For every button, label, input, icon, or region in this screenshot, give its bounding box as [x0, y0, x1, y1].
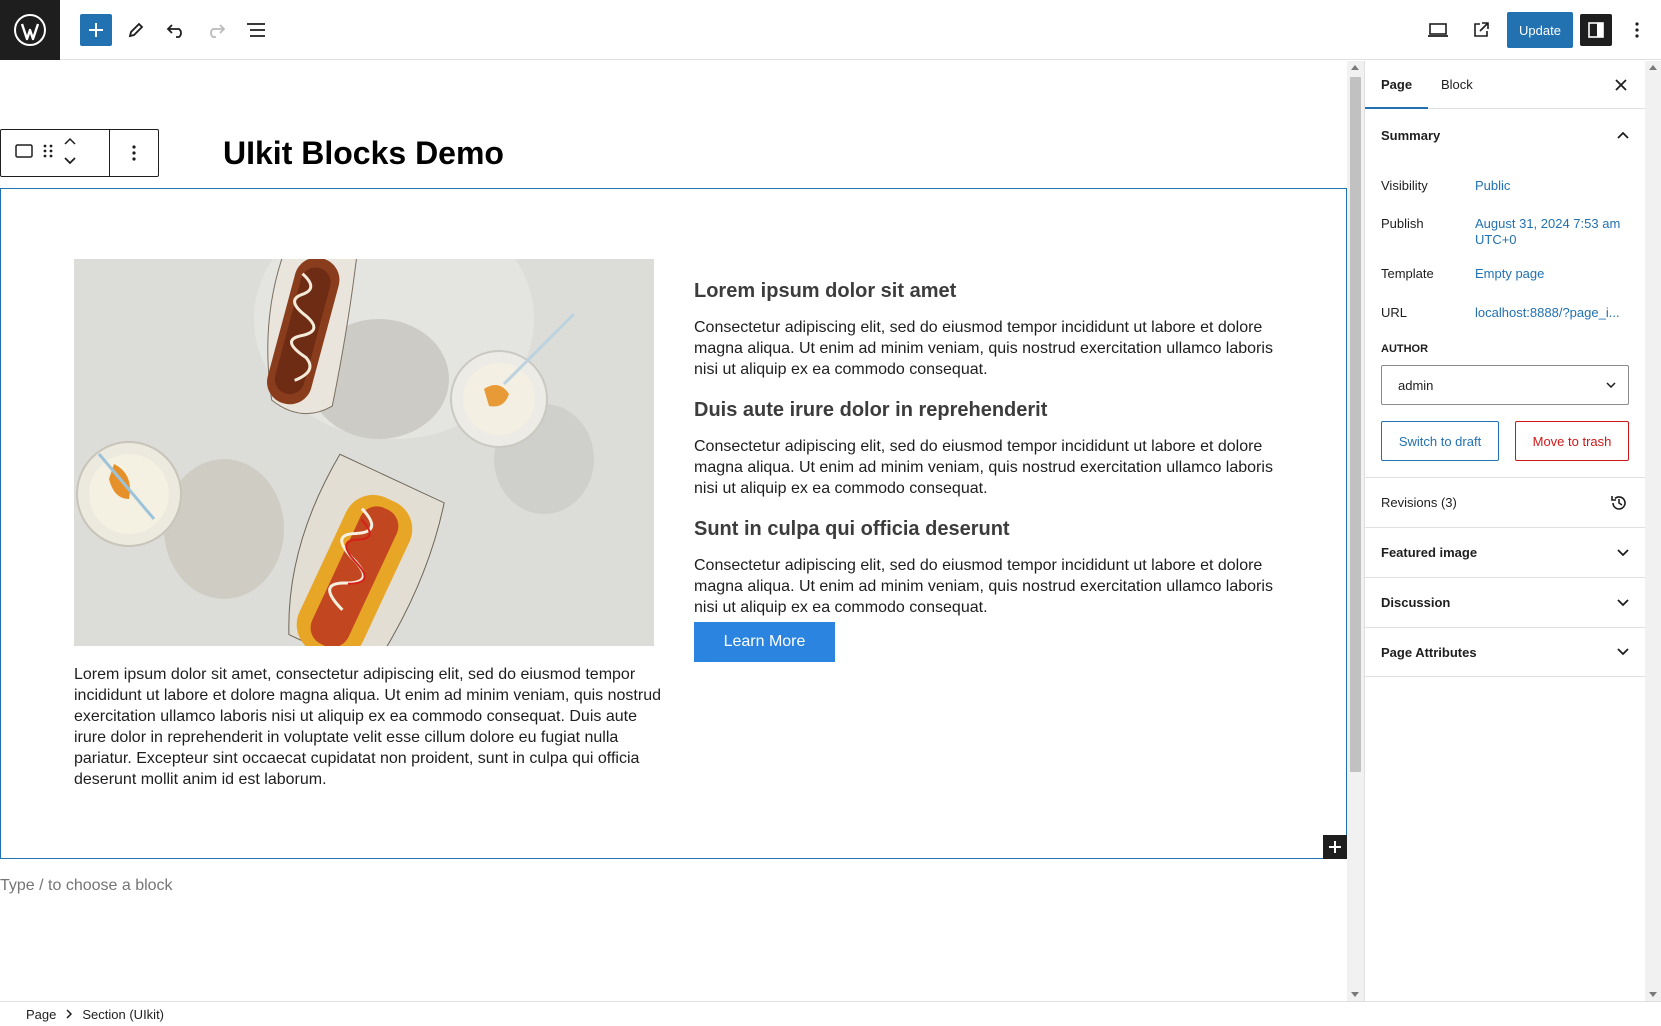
- page-attributes-panel[interactable]: Page Attributes: [1365, 627, 1645, 677]
- breadcrumb-item-page[interactable]: Page: [26, 1007, 56, 1022]
- more-vertical-icon: [132, 145, 136, 161]
- redo-icon: [210, 24, 226, 38]
- breadcrumb-item-section[interactable]: Section (UIkit): [82, 1007, 164, 1022]
- food-image[interactable]: [74, 259, 654, 646]
- publish-label: Publish: [1381, 216, 1424, 231]
- left-paragraph[interactable]: Lorem ipsum dolor sit amet, consectetur …: [74, 664, 664, 790]
- close-icon: [1615, 79, 1627, 91]
- move-up-down-button[interactable]: [63, 137, 77, 170]
- author-value: admin: [1398, 377, 1434, 393]
- drag-handle-icon: [43, 144, 53, 157]
- document-overview-button[interactable]: [240, 14, 272, 46]
- item-heading[interactable]: Duis aute irure dolor in reprehenderit: [694, 396, 1284, 424]
- chevron-right-icon: [66, 1009, 73, 1019]
- external-link-icon: [1474, 22, 1489, 37]
- uikit-section-block[interactable]: Lorem ipsum dolor sit amet, consectetur …: [0, 188, 1347, 859]
- summary-title: Summary: [1381, 127, 1441, 143]
- sidebar-scrollbar[interactable]: [1645, 61, 1661, 1001]
- plus-icon: [1329, 841, 1341, 853]
- redo-button[interactable]: [200, 14, 232, 46]
- item-heading[interactable]: Sunt in culpa qui officia deserunt: [694, 515, 1284, 543]
- plus-icon: [89, 23, 103, 37]
- hot-dogs-and-drinks-image: [74, 259, 654, 646]
- author-label: AUTHOR: [1381, 343, 1429, 355]
- options-button[interactable]: [1621, 14, 1653, 46]
- switch-to-draft-button[interactable]: Switch to draft: [1381, 421, 1499, 461]
- undo-icon: [166, 24, 182, 38]
- scroll-up-icon[interactable]: [1649, 65, 1657, 70]
- sidebar-tabs: Page Block: [1365, 61, 1645, 109]
- page-attributes-label: Page Attributes: [1381, 644, 1477, 660]
- editor-header: Update: [0, 0, 1661, 60]
- list-view-icon: [247, 23, 265, 37]
- featured-image-panel[interactable]: Featured image: [1365, 527, 1645, 577]
- url-label: URL: [1381, 305, 1408, 320]
- block-toolbar: [0, 129, 159, 177]
- revisions-label: Revisions (3): [1381, 495, 1457, 510]
- learn-more-button[interactable]: Learn More: [694, 622, 835, 662]
- move-arrows-icon: [64, 137, 76, 164]
- revisions-panel[interactable]: Revisions (3): [1365, 477, 1645, 527]
- scroll-thumb[interactable]: [1350, 77, 1361, 772]
- chevron-down-icon: [1617, 598, 1629, 606]
- summary-panel-header[interactable]: Summary: [1365, 109, 1645, 161]
- view-button[interactable]: [1422, 14, 1454, 46]
- scroll-down-icon[interactable]: [1649, 992, 1657, 997]
- tools-button[interactable]: [120, 14, 152, 46]
- block-placeholder[interactable]: Type / to choose a block: [0, 877, 173, 895]
- visibility-value[interactable]: Public: [1475, 178, 1635, 194]
- wordpress-icon: [14, 14, 46, 46]
- chevron-up-icon: [1617, 131, 1629, 139]
- drag-handle[interactable]: [43, 143, 53, 164]
- featured-image-label: Featured image: [1381, 545, 1478, 560]
- chevron-down-icon: [1617, 548, 1629, 556]
- desktop-preview-icon: [1428, 23, 1448, 37]
- author-select[interactable]: admin: [1381, 365, 1629, 405]
- item-heading[interactable]: Lorem ipsum dolor sit amet: [694, 277, 1284, 305]
- pencil-icon: [128, 22, 144, 38]
- url-value[interactable]: localhost:8888/?page_i...: [1475, 305, 1635, 321]
- settings-sidebar: Page Block Summary Visibility Public Pub…: [1364, 61, 1645, 1001]
- sidebar-toggle-icon: [1588, 22, 1604, 38]
- square-block-icon: [15, 143, 33, 158]
- discussion-label: Discussion: [1381, 595, 1451, 610]
- scroll-up-icon[interactable]: [1351, 65, 1359, 70]
- add-inner-block-button[interactable]: [1323, 835, 1347, 859]
- item-text[interactable]: Consectetur adipiscing elit, sed do eius…: [694, 436, 1284, 499]
- settings-toggle-button[interactable]: [1580, 14, 1612, 46]
- discussion-panel[interactable]: Discussion: [1365, 577, 1645, 627]
- tab-page[interactable]: Page: [1365, 61, 1429, 109]
- chevron-down-icon: [1617, 648, 1629, 656]
- publish-value-line1[interactable]: August 31, 2024 7:53 am: [1475, 216, 1635, 232]
- history-icon: [1611, 495, 1626, 510]
- add-block-button[interactable]: [80, 14, 112, 46]
- chevron-down-icon: [1606, 382, 1616, 388]
- template-label: Template: [1381, 266, 1434, 281]
- breadcrumb: Page Section (UIkit): [0, 1001, 1661, 1026]
- tab-block[interactable]: Block: [1425, 61, 1489, 109]
- item-text[interactable]: Consectetur adipiscing elit, sed do eius…: [694, 555, 1284, 618]
- view-page-button[interactable]: [1465, 14, 1497, 46]
- canvas-scrollbar[interactable]: [1347, 61, 1364, 1001]
- editor-canvas: UIkit Blocks Demo Lorem ipsum dolor sit …: [0, 61, 1347, 1001]
- update-button[interactable]: Update: [1507, 12, 1573, 48]
- publish-value-line2[interactable]: UTC+0: [1475, 232, 1635, 248]
- item-text[interactable]: Consectetur adipiscing elit, sed do eius…: [694, 317, 1284, 380]
- visibility-label: Visibility: [1381, 178, 1428, 193]
- block-toolbar-group: [1, 130, 110, 176]
- block-options-button[interactable]: [110, 130, 158, 176]
- move-to-trash-button[interactable]: Move to trash: [1515, 421, 1629, 461]
- wordpress-logo-button[interactable]: [0, 0, 60, 60]
- more-vertical-icon: [1635, 22, 1639, 38]
- scroll-down-icon[interactable]: [1351, 992, 1359, 997]
- close-sidebar-button[interactable]: [1609, 73, 1633, 97]
- block-type-button[interactable]: [15, 143, 33, 164]
- undo-button[interactable]: [160, 14, 192, 46]
- page-title[interactable]: UIkit Blocks Demo: [223, 129, 504, 177]
- right-column: Lorem ipsum dolor sit amet Consectetur a…: [694, 277, 1284, 662]
- template-value[interactable]: Empty page: [1475, 266, 1635, 282]
